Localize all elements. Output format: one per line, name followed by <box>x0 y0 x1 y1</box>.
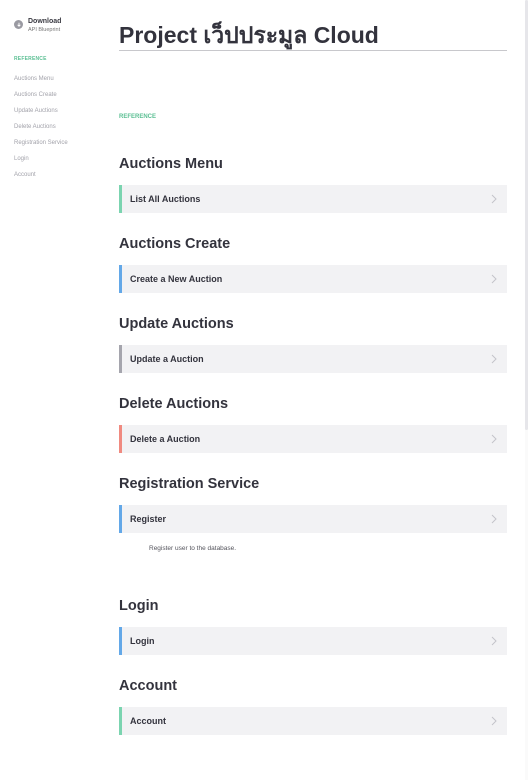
download-link[interactable]: Download API Blueprint <box>14 17 61 35</box>
download-text: Download API Blueprint <box>28 17 61 35</box>
method-indicator <box>119 505 122 533</box>
method-indicator <box>119 345 122 373</box>
section-title-auctions-menu: Auctions Menu <box>119 156 223 172</box>
endpoint-label: List All Auctions <box>130 194 201 204</box>
download-title: Download <box>28 18 62 25</box>
download-icon <box>14 20 23 29</box>
chevron-right-icon <box>487 354 501 364</box>
endpoint-register[interactable]: Register <box>119 505 507 533</box>
endpoint-account[interactable]: Account <box>119 707 507 735</box>
endpoint-delete-a-auction[interactable]: Delete a Auction <box>119 425 507 453</box>
title-divider <box>119 50 507 51</box>
endpoint-list-all-auctions[interactable]: List All Auctions <box>119 185 507 213</box>
chevron-right-icon <box>487 434 501 444</box>
method-indicator <box>119 627 122 655</box>
sidebar-item-registration-service[interactable]: Registration Service <box>14 138 68 154</box>
method-indicator <box>119 425 122 453</box>
endpoint-label: Update a Auction <box>130 354 204 364</box>
section-title-delete-auctions: Delete Auctions <box>119 396 229 412</box>
chevron-right-icon <box>487 274 501 284</box>
endpoint-update-a-auction[interactable]: Update a Auction <box>119 345 507 373</box>
sidebar-item-update-auctions[interactable]: Update Auctions <box>14 106 68 122</box>
chevron-right-icon <box>487 194 501 204</box>
reference-heading: REFERENCE <box>119 114 157 120</box>
method-indicator <box>119 185 122 213</box>
sidebar-item-auctions-create[interactable]: Auctions Create <box>14 90 68 106</box>
download-subtitle: API Blueprint <box>28 27 61 33</box>
sidebar: Download API Blueprint REFERENCE Auction… <box>0 0 100 780</box>
sidebar-reference-heading: REFERENCE <box>14 56 47 62</box>
method-indicator <box>119 265 122 293</box>
endpoint-description: Register user to the database. <box>149 545 237 552</box>
sidebar-item-auctions-menu[interactable]: Auctions Menu <box>14 74 68 90</box>
endpoint-label: Login <box>130 636 155 646</box>
endpoint-label: Create a New Auction <box>130 274 223 284</box>
endpoint-label: Register <box>130 514 167 524</box>
endpoint-label: Delete a Auction <box>130 434 201 444</box>
endpoint-create-a-new-auction[interactable]: Create a New Auction <box>119 265 507 293</box>
sidebar-item-login[interactable]: Login <box>14 154 68 170</box>
page-title: Project เว็ปประมูล Cloud <box>119 22 379 48</box>
method-indicator <box>119 707 122 735</box>
endpoint-login[interactable]: Login <box>119 627 507 655</box>
endpoint-label: Account <box>130 716 166 726</box>
sidebar-item-delete-auctions[interactable]: Delete Auctions <box>14 122 68 138</box>
chevron-right-icon <box>487 636 501 646</box>
section-title-update-auctions: Update Auctions <box>119 316 234 332</box>
chevron-right-icon <box>487 716 501 726</box>
section-title-auctions-create: Auctions Create <box>119 236 231 252</box>
chevron-right-icon <box>487 514 501 524</box>
sidebar-links: Auctions Menu Auctions Create Update Auc… <box>14 74 68 186</box>
section-title-account: Account <box>119 678 177 694</box>
section-title-registration-service: Registration Service <box>119 476 260 492</box>
section-title-login: Login <box>119 598 159 614</box>
sidebar-item-account[interactable]: Account <box>14 170 68 186</box>
